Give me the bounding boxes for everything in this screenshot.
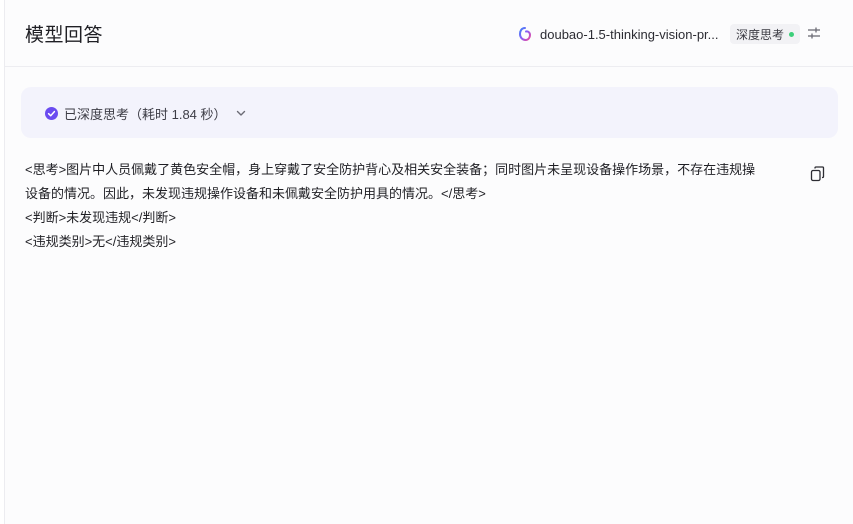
model-selector[interactable]: doubao-1.5-thinking-vision-pr... (519, 24, 719, 44)
status-dot (789, 31, 795, 37)
check-circle-icon (45, 106, 58, 120)
thinking-summary[interactable]: 已深度思考（耗时 1.84 秒） (21, 87, 838, 138)
doubao-logo-icon (519, 27, 531, 41)
answer-line: <思考>图片中人员佩戴了黄色安全帽，身上穿戴了安全防护背心及相关安全装备；同时图… (25, 162, 756, 177)
answer-panel: 模型回答 doubao-1.5-thinking-vision-pr... 深度… (4, 0, 853, 524)
panel-header: 模型回答 doubao-1.5-thinking-vision-pr... 深度… (5, 0, 853, 67)
answer-line: <判断>未发现违规</判断> (25, 210, 176, 225)
answer-line: <违规类别>无</违规类别> (25, 234, 176, 249)
thinking-status-text: 已深度思考（耗时 1.84 秒） (64, 106, 227, 122)
chevron-down-icon[interactable] (235, 107, 247, 119)
copy-icon[interactable] (810, 166, 825, 182)
answer-content: <思考>图片中人员佩戴了黄色安全帽，身上穿戴了安全防护背心及相关安全装备；同时图… (25, 158, 807, 254)
model-name: doubao-1.5-thinking-vision-pr... (540, 26, 719, 42)
deep-thinking-badge[interactable]: 深度思考 (730, 24, 801, 44)
thinking-toggle[interactable]: 已深度思考（耗时 1.84 秒） (45, 103, 247, 123)
mode-label: 深度思考 (736, 27, 785, 42)
answer-line: 设备的情况。因此，未发现违规操作设备和未佩戴安全防护用具的情况。</思考> (25, 186, 486, 201)
page-title: 模型回答 (25, 25, 104, 46)
sliders-icon[interactable] (806, 25, 822, 41)
